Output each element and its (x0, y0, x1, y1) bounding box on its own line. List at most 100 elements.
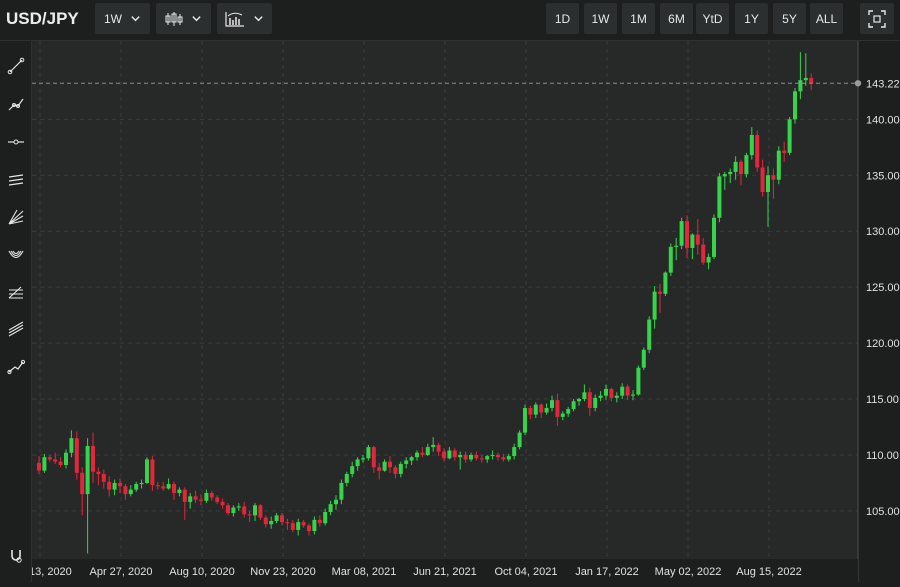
candle-down (37, 462, 41, 471)
range-6m-button[interactable]: 6M (660, 3, 693, 34)
x-tick-label: Jan 13, 2020 (32, 566, 72, 578)
fullscreen-button[interactable] (860, 3, 894, 34)
candle-down (280, 515, 284, 523)
y-tick-label: 135.00 (866, 170, 900, 182)
candle-down (91, 446, 95, 472)
candle-down (755, 134, 760, 168)
candle-up (350, 466, 355, 474)
candle-down (587, 392, 592, 408)
y-tick-label: 105.00 (866, 506, 900, 518)
multi-line-tool[interactable] (2, 89, 29, 119)
candle-down (161, 486, 166, 489)
fan-tool[interactable] (2, 202, 29, 232)
x-tick-label: Aug 10, 2020 (169, 566, 234, 578)
candle-up (166, 484, 171, 489)
candle-down (258, 505, 263, 518)
candle-down (809, 77, 814, 84)
candle-up (139, 482, 144, 485)
candle-up (231, 507, 236, 514)
candle-up (577, 399, 581, 402)
chart-type-dropdown[interactable] (156, 3, 211, 34)
x-tick-label: Jan 17, 2022 (575, 566, 639, 578)
candle-down (685, 221, 689, 248)
candle-up (598, 395, 603, 398)
range-5y-button[interactable]: 5Y (773, 3, 806, 34)
candle-down (625, 386, 630, 396)
candle-up (512, 447, 517, 457)
candle-up (652, 291, 657, 320)
candle-down (479, 458, 484, 460)
candle-up (798, 80, 803, 92)
candle-down (528, 407, 533, 415)
parallel-channel-icon (8, 174, 23, 186)
range-1m-button[interactable]: 1M (622, 3, 655, 34)
candle-down (782, 150, 787, 153)
fib-retracement-tool[interactable] (2, 278, 29, 308)
candle-down (739, 161, 743, 175)
candle-up (571, 401, 576, 410)
pitchfork-tool[interactable] (2, 240, 29, 270)
path-tool[interactable] (2, 352, 29, 382)
candle-up (728, 171, 733, 175)
candle-up (382, 461, 387, 471)
chevron-down-icon (192, 16, 201, 22)
magnet-tool[interactable] (2, 541, 29, 571)
candle-down (172, 484, 176, 493)
candle-down (123, 486, 128, 495)
pitchfork-icon (8, 250, 23, 259)
fib-retracement-icon (8, 286, 23, 299)
last-price-label: 143.22 (866, 78, 900, 90)
y-tick-label: 110.00 (866, 450, 899, 462)
candle-up (312, 519, 317, 532)
candle-up (636, 367, 641, 395)
candle-up (668, 246, 673, 273)
candlestick-icon (165, 11, 183, 26)
candle-down (58, 461, 63, 466)
regression-channel-tool[interactable] (2, 315, 29, 345)
candle-up (328, 504, 333, 513)
range-1d-button[interactable]: 1D (546, 3, 579, 34)
candle-down (182, 489, 187, 502)
candle-down (609, 388, 614, 398)
price-chart[interactable]: 143.22 105.00 110.00 115.00 120.00 125.00 130.… (8, 41, 900, 582)
y-tick-label: 115.00 (866, 394, 899, 406)
candle-up (69, 438, 74, 453)
path-icon (6, 359, 25, 375)
candle-up (334, 499, 338, 505)
candle-up (614, 395, 619, 398)
parallel-channel-tool[interactable] (2, 165, 29, 195)
candle-down (301, 522, 306, 526)
horizontal-line-tool[interactable] (2, 127, 29, 157)
candle-down (695, 234, 700, 245)
indicators-dropdown[interactable] (217, 3, 272, 34)
candle-down (771, 175, 776, 180)
x-tick-label: Mar 08, 2021 (332, 566, 397, 578)
candle-up (712, 217, 716, 257)
candle-down (263, 517, 268, 525)
candle-up (355, 459, 360, 467)
candle-up (744, 155, 749, 175)
candle-down (463, 454, 468, 460)
candle-up (506, 456, 511, 460)
candle-up (128, 489, 133, 495)
trend-line-tool[interactable] (2, 51, 29, 81)
candle-down (199, 499, 203, 501)
candle-up (134, 484, 139, 490)
range-1y-button[interactable]: 1Y (735, 3, 768, 34)
candle-up (236, 506, 241, 508)
candle-up (620, 386, 625, 396)
interval-dropdown[interactable]: 1W (95, 3, 150, 34)
candle-up (447, 450, 452, 459)
range-ytd-button[interactable]: YtD (696, 3, 729, 34)
range-1w-button[interactable]: 1W (584, 3, 617, 34)
candle-up (64, 452, 68, 466)
candle-down (118, 482, 122, 487)
candle-up (706, 256, 711, 263)
candle-down (242, 506, 247, 515)
candle-down (80, 472, 85, 495)
candle-up (344, 473, 349, 483)
candle-down (193, 496, 198, 500)
candle-up (604, 388, 608, 396)
candle-down (658, 291, 662, 294)
range-all-button[interactable]: ALL (810, 3, 843, 34)
